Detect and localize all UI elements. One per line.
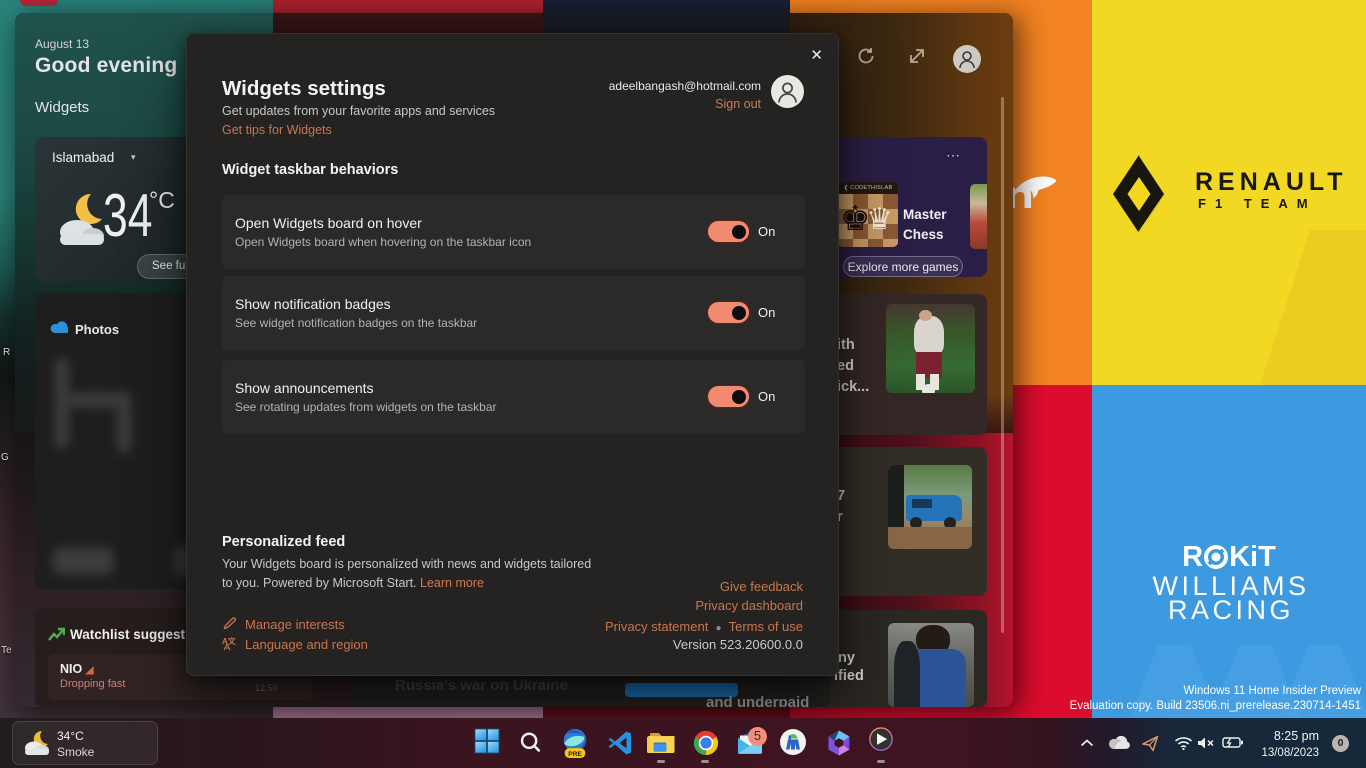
svg-text:PRE: PRE — [568, 751, 582, 758]
svg-text:A文: A文 — [222, 637, 237, 646]
